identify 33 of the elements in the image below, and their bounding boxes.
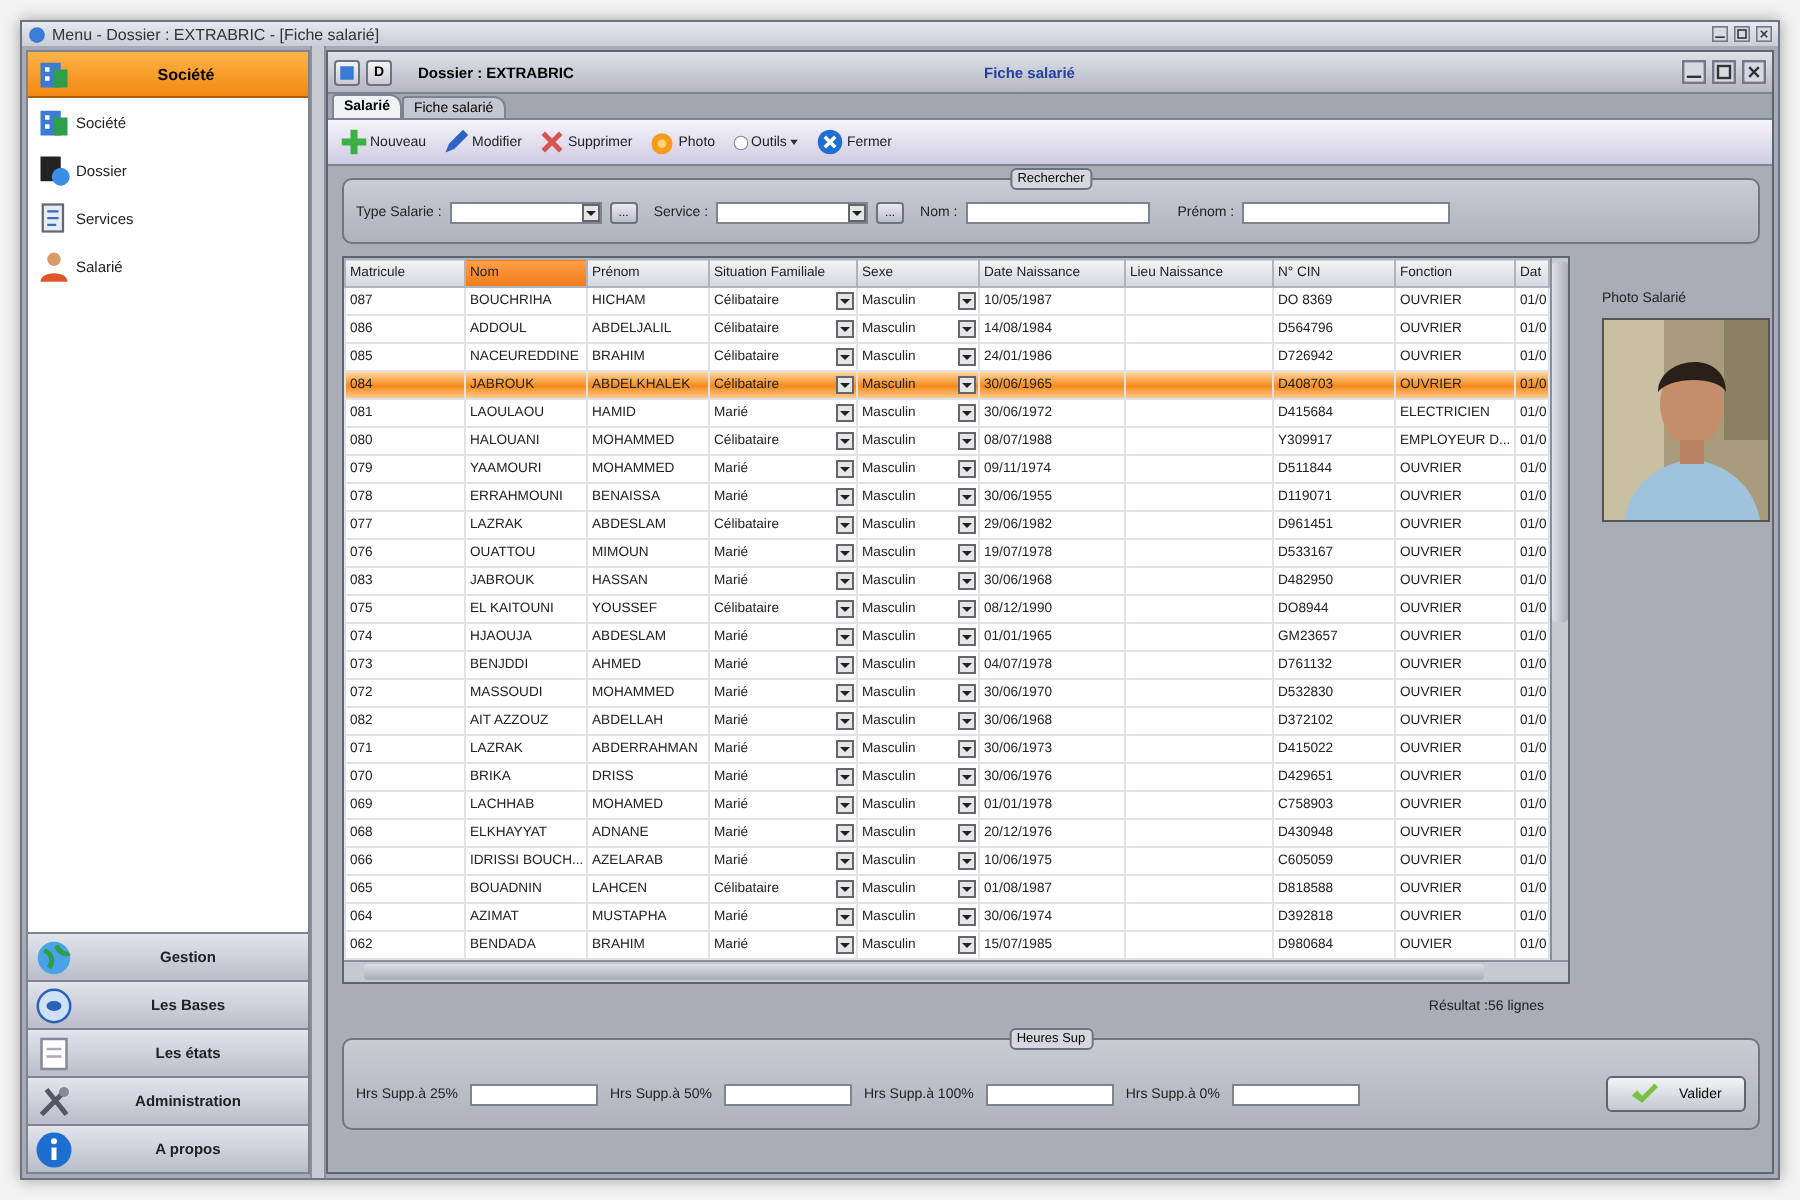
- pencil-icon: [442, 128, 471, 156]
- horizontal-scrollbar[interactable]: [344, 960, 1568, 982]
- sidebar-header[interactable]: Société: [28, 52, 308, 98]
- report-icon: [34, 1033, 74, 1073]
- tools-icon: [34, 1081, 74, 1121]
- close-icon[interactable]: [1742, 60, 1766, 84]
- window-icon: [338, 63, 356, 81]
- minimize-icon[interactable]: [1712, 26, 1728, 42]
- plus-icon: [340, 128, 368, 156]
- close-icon[interactable]: [1756, 26, 1772, 42]
- minimize-icon[interactable]: [1682, 60, 1706, 84]
- radio-icon: [731, 133, 750, 151]
- maximize-icon[interactable]: [1712, 60, 1736, 84]
- combo-field[interactable]: [716, 202, 869, 224]
- combo-field[interactable]: [449, 202, 602, 224]
- home-button[interactable]: [334, 59, 360, 85]
- input-field[interactable]: [1231, 1083, 1360, 1105]
- input-field[interactable]: [965, 202, 1150, 224]
- caret-icon: [788, 136, 801, 148]
- exit-icon: [816, 128, 845, 156]
- globe-icon: [34, 937, 74, 977]
- input-field[interactable]: [1242, 202, 1451, 224]
- checkmark-icon: [1630, 1080, 1659, 1108]
- maximize-icon[interactable]: [1734, 26, 1750, 42]
- input-field[interactable]: [723, 1083, 852, 1105]
- vertical-scrollbar[interactable]: [1550, 258, 1568, 960]
- app-icon: [28, 25, 46, 43]
- cross-icon: [537, 128, 566, 156]
- window-title: Menu - Dossier : EXTRABRIC - [Fiche salarié]: [52, 25, 380, 43]
- input-field[interactable]: [985, 1083, 1114, 1105]
- person-icon: [36, 248, 72, 284]
- info-icon: [34, 1129, 74, 1169]
- input-field[interactable]: [469, 1083, 598, 1105]
